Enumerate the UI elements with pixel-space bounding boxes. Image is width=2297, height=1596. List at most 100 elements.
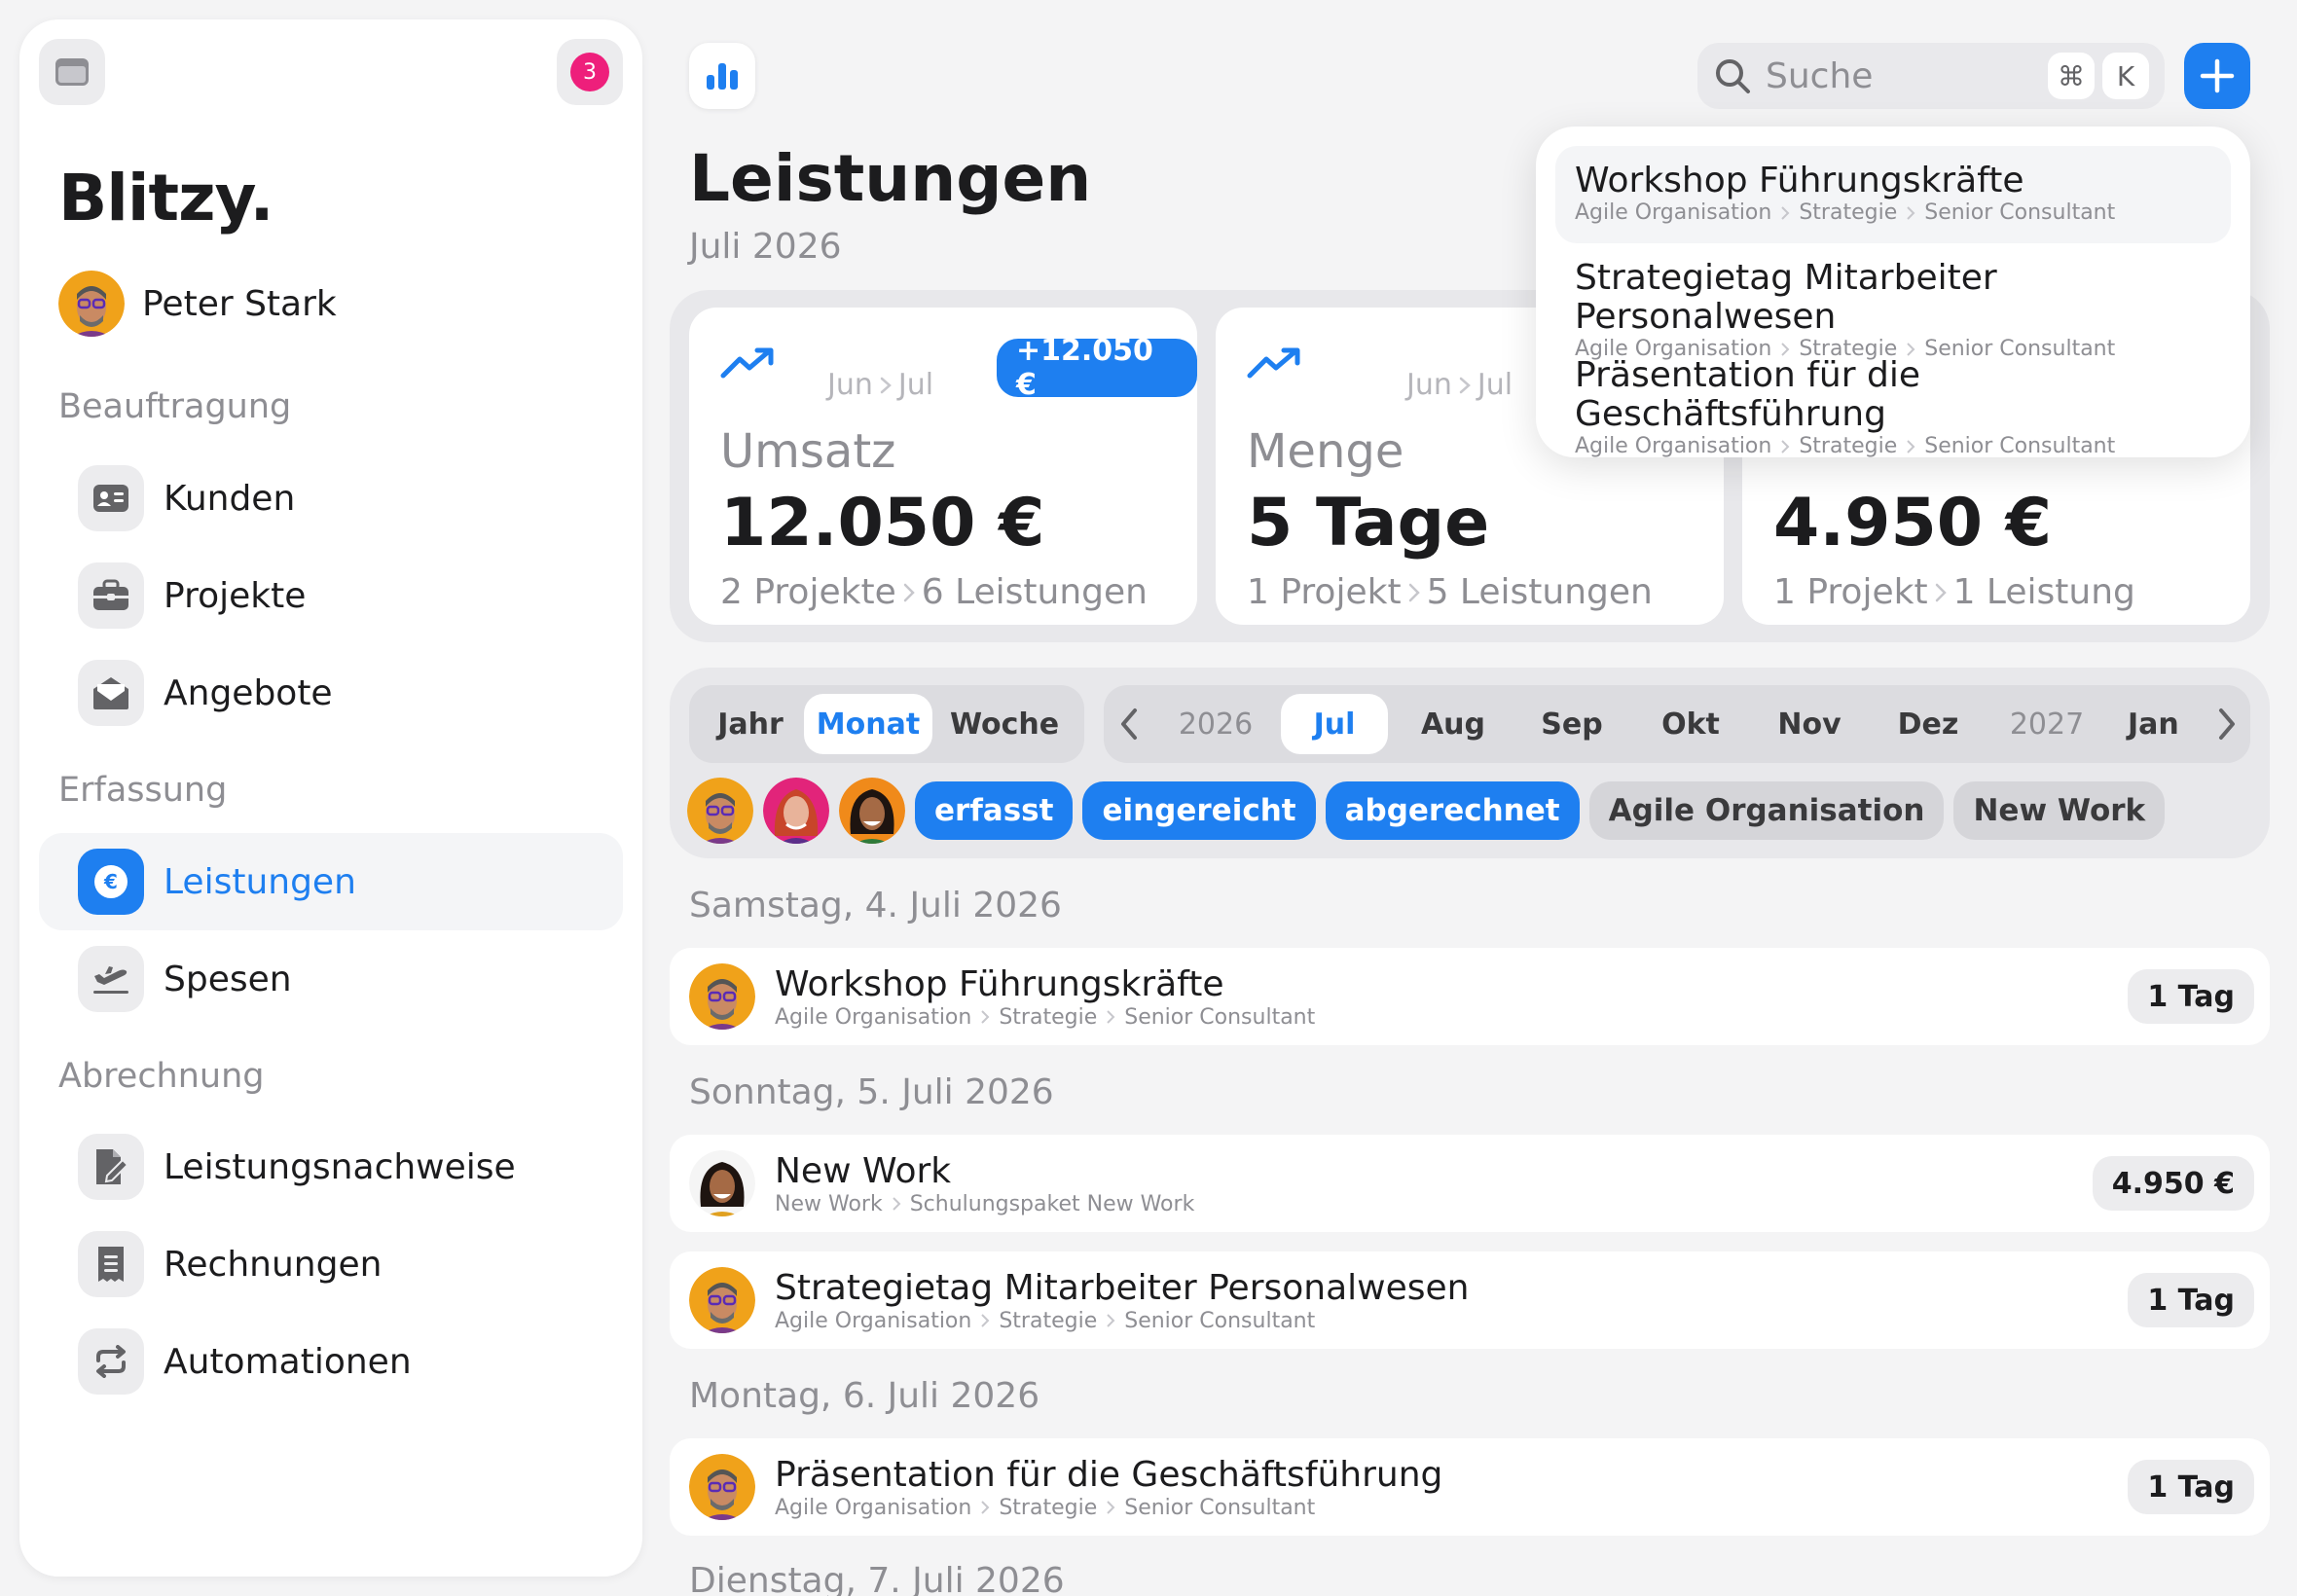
month-item-sep[interactable]: Sep	[1518, 694, 1625, 754]
user-profile[interactable]: Peter Stark	[58, 271, 337, 337]
tag-chip-agile-organisation[interactable]: Agile Organisation	[1588, 781, 1945, 840]
chevron-right-icon	[1107, 1314, 1115, 1327]
sidebar-item-projekte[interactable]: Projekte	[39, 547, 623, 644]
entry-text: Workshop Führungskräfte Agile Organisati…	[775, 964, 1315, 1030]
breadcrumb: Agile Organisation Strategie Senior Cons…	[775, 1005, 1315, 1030]
search-result-item[interactable]: Präsentation für die Geschäftsführung Ag…	[1555, 341, 2231, 459]
list-item[interactable]: Strategietag Mitarbeiter Personalwesen A…	[670, 1251, 2270, 1349]
plane-departure-icon	[78, 946, 144, 1012]
stat-value: 4.950 €	[1773, 485, 2053, 562]
notifications-button[interactable]: 3	[557, 39, 623, 105]
sidebar-item-angebote[interactable]: Angebote	[39, 644, 623, 742]
granularity-woche[interactable]: Woche	[932, 694, 1076, 754]
breadcrumb-item: Agile Organisation	[775, 1495, 972, 1520]
sidebar-item-leistungen[interactable]: € Leistungen	[39, 833, 623, 930]
status-chip-abgerechnet[interactable]: abgerechnet	[1325, 781, 1580, 840]
month-item-2026[interactable]: 2026	[1162, 694, 1269, 754]
breadcrumb-item: Strategie	[1799, 200, 1898, 225]
brand-logo: Blitzy.	[58, 161, 274, 236]
svg-text:€: €	[103, 870, 118, 893]
breadcrumb: Agile Organisation Strategie Senior Cons…	[1575, 200, 2211, 225]
stat-card-umsatz[interactable]: Jun Jul +12.050 € Umsatz 12.050 € 2 Proj…	[689, 308, 1197, 625]
sidebar-item-rechnungen[interactable]: Rechnungen	[39, 1215, 623, 1313]
granularity-monat[interactable]: Monat	[804, 694, 932, 754]
granularity-jahr[interactable]: Jahr	[697, 694, 804, 754]
section-title-beauftragung: Beauftragung	[58, 387, 292, 426]
sidebar-item-label: Spesen	[164, 959, 292, 999]
avatar	[689, 1150, 755, 1216]
avatar[interactable]	[763, 778, 829, 844]
stat-label: Umsatz	[720, 424, 896, 479]
month-item-dez[interactable]: Dez	[1875, 694, 1982, 754]
list-item[interactable]: Workshop Führungskräfte Agile Organisati…	[670, 948, 2270, 1045]
month-prev-button[interactable]	[1117, 705, 1141, 747]
month-item-okt[interactable]: Okt	[1637, 694, 1744, 754]
sidebar-item-label: Leistungsnachweise	[164, 1146, 516, 1187]
delta-badge: +12.050 €	[997, 334, 1197, 402]
search-result-item[interactable]: Workshop Führungskräfte Agile Organisati…	[1555, 146, 2231, 243]
status-chip-erfasst[interactable]: erfasst	[915, 781, 1074, 840]
entry-title: Workshop Führungskräfte	[775, 963, 1224, 1004]
statistics-button[interactable]	[689, 43, 755, 109]
sidebar-toggle-button[interactable]	[39, 39, 105, 105]
tag-chip-new-work[interactable]: New Work	[1953, 781, 2166, 840]
list-item[interactable]: New Work New Work Schulungspaket New Wor…	[670, 1135, 2270, 1232]
entry-text: Strategietag Mitarbeiter Personalwesen A…	[775, 1268, 1469, 1333]
search-result-title: Strategietag Mitarbeiter Personalwesen	[1575, 258, 1997, 337]
search-result-item[interactable]: Strategietag Mitarbeiter Personalwesen A…	[1555, 243, 2231, 362]
chevron-right-icon	[1459, 377, 1471, 393]
section-title-erfassung: Erfassung	[58, 771, 228, 810]
breadcrumb: Agile Organisation Strategie Senior Cons…	[1575, 434, 2211, 458]
sidebar-item-label: Kunden	[164, 478, 296, 519]
search-bar[interactable]: Suche ⌘ K	[1697, 43, 2165, 109]
chevron-right-icon	[880, 377, 892, 393]
sidebar-item-automationen[interactable]: Automationen	[39, 1313, 623, 1410]
receipt-icon	[78, 1231, 144, 1297]
period-to: Jul	[897, 368, 934, 402]
trend-up-icon	[720, 347, 774, 379]
breadcrumb-item: Strategie	[999, 1495, 1098, 1520]
sidebar-item-label: Rechnungen	[164, 1244, 383, 1285]
avatar[interactable]	[839, 778, 905, 844]
sidebar-item-spesen[interactable]: Spesen	[39, 930, 623, 1028]
chevron-right-icon	[2219, 708, 2235, 740]
chevron-right-icon	[1107, 1501, 1115, 1514]
breadcrumb-item: Senior Consultant	[1124, 1495, 1316, 1520]
quantity-badge: 1 Tag	[2128, 1273, 2254, 1327]
search-results-dropdown: Workshop Führungskräfte Agile Organisati…	[1536, 127, 2250, 459]
month-item-jul[interactable]: Jul	[1281, 694, 1388, 754]
stat-detail-services: 1 Leistung	[1952, 572, 2135, 612]
breadcrumb-item: Senior Consultant	[1124, 1308, 1316, 1333]
month-item-aug[interactable]: Aug	[1400, 694, 1507, 754]
shortcut-cmd-key: ⌘	[2048, 53, 2095, 99]
user-name: Peter Stark	[142, 283, 337, 324]
stat-detail-projects: 2 Projekte	[720, 572, 896, 612]
breadcrumb-item: Senior Consultant	[1924, 200, 2116, 225]
period-from: Jun	[1406, 368, 1452, 402]
entry-title: New Work	[775, 1150, 952, 1191]
breadcrumb-item: Agile Organisation	[1575, 434, 1772, 458]
status-chip-eingereicht[interactable]: eingereicht	[1082, 781, 1316, 840]
stat-period: Jun Jul	[1406, 368, 1513, 402]
list-item[interactable]: Präsentation für die Geschäftsführung Ag…	[670, 1438, 2270, 1536]
period-to: Jul	[1477, 368, 1513, 402]
month-item-nov[interactable]: Nov	[1756, 694, 1863, 754]
add-button[interactable]	[2184, 43, 2250, 109]
sidebar-item-kunden[interactable]: Kunden	[39, 450, 623, 547]
sidebar-item-label: Angebote	[164, 672, 333, 713]
stat-label: Menge	[1247, 424, 1404, 479]
breadcrumb-item: Senior Consultant	[1924, 337, 2116, 361]
month-item-2027[interactable]: 2027	[1993, 694, 2100, 754]
breadcrumb-item: Strategie	[999, 1004, 1098, 1030]
sidebar-item-leistungsnachweise[interactable]: Leistungsnachweise	[39, 1118, 623, 1215]
day-heading: Montag, 6. Juli 2026	[689, 1376, 1040, 1416]
entry-title: Präsentation für die Geschäftsführung	[775, 1454, 1443, 1495]
sidebar-item-label: Projekte	[164, 575, 307, 616]
period-from: Jun	[827, 368, 873, 402]
month-next-button[interactable]	[2204, 685, 2250, 763]
month-item-jan[interactable]: Jan	[2112, 694, 2190, 754]
search-placeholder: Suche	[1766, 55, 1874, 96]
breadcrumb-item: Strategie	[1799, 434, 1898, 458]
avatar[interactable]	[687, 778, 753, 844]
breadcrumb-item: Senior Consultant	[1124, 1004, 1316, 1030]
